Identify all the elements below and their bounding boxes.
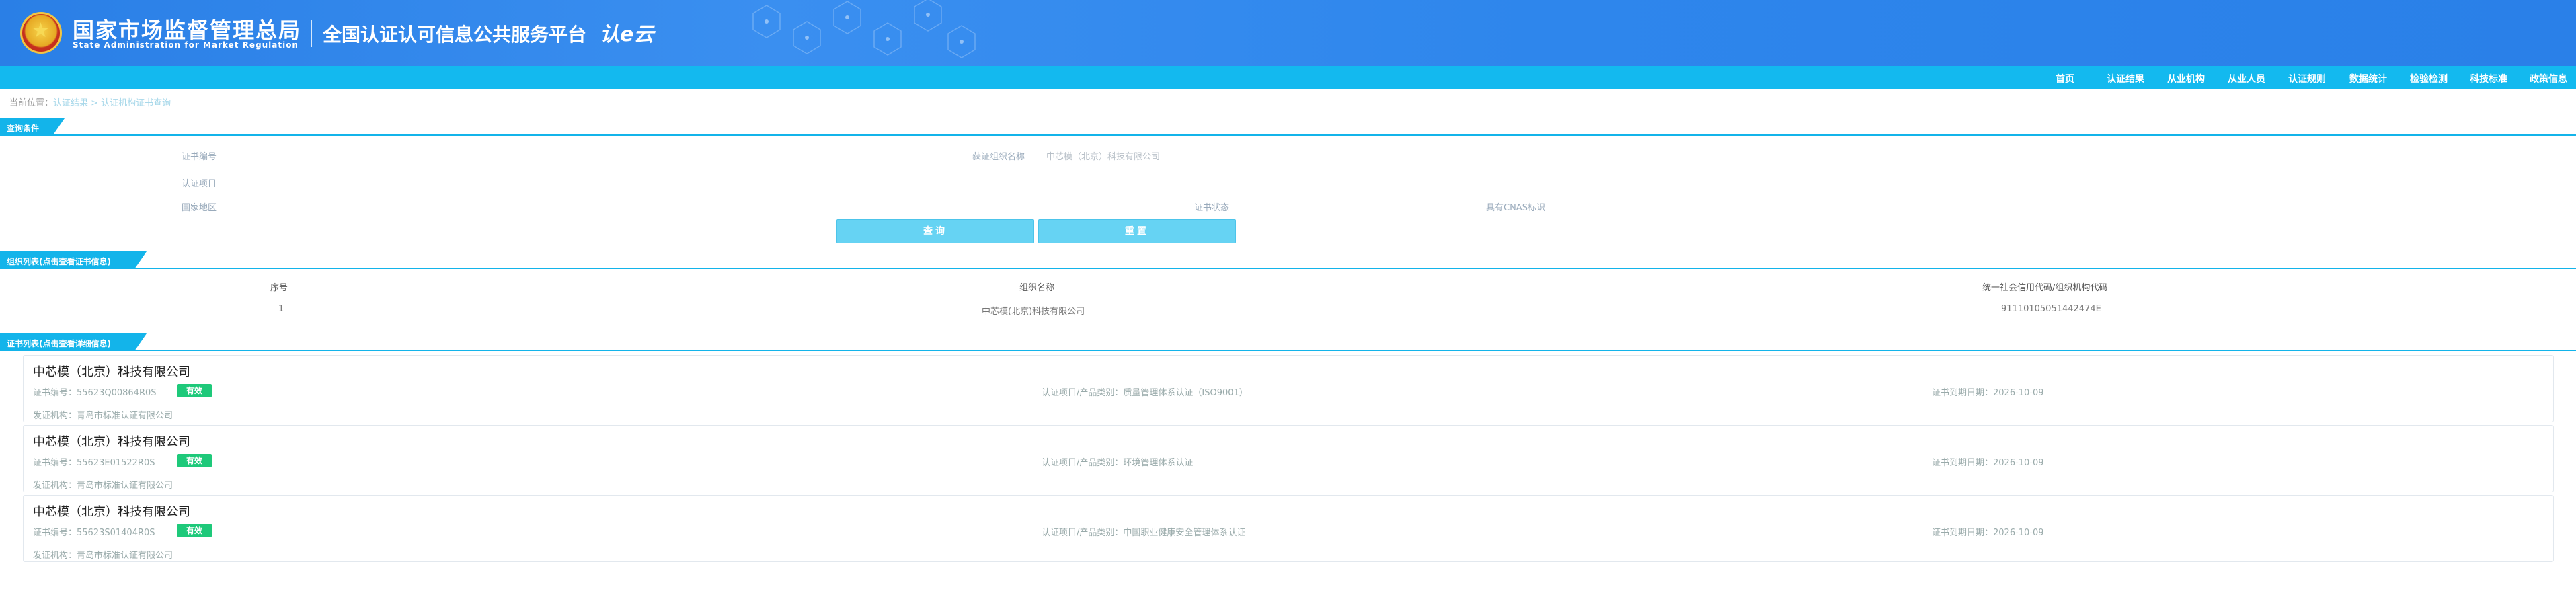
region-select-3[interactable] <box>639 198 827 212</box>
star-icon: ★ <box>32 19 50 42</box>
org-name-value[interactable]: 中芯模（北京）科技有限公司 <box>1046 149 1160 162</box>
reset-button[interactable]: 重置 <box>1038 219 1236 243</box>
nav-item-statistics[interactable]: 数据统计 <box>2349 72 2387 85</box>
cert-card-issuer: 发证机构：青岛市标准认证有限公司 <box>33 551 173 561</box>
org-row-name[interactable]: 中芯模(北京)科技有限公司 <box>982 304 1085 317</box>
cert-no-input[interactable] <box>235 147 841 161</box>
status-badge: 有效 <box>177 454 212 467</box>
cert-no-label: 证书编号 <box>182 152 217 162</box>
breadcrumb-prefix: 当前位置： <box>9 98 54 108</box>
nav-item-personnel[interactable]: 从业人员 <box>2228 72 2265 85</box>
region-select-1[interactable] <box>235 198 424 212</box>
cert-card[interactable]: 中芯模（北京）科技有限公司 证书编号：55623Q00864R0S 有效 认证项… <box>23 355 2554 422</box>
national-emblem-logo: ★ <box>20 12 62 54</box>
org-name-english: State Administration for Market Regulati… <box>73 40 299 50</box>
region-select-4[interactable] <box>841 198 1029 212</box>
org-row-index: 1 <box>278 304 284 314</box>
cert-card-project: 认证项目/产品类别：质量管理体系认证（ISO9001） <box>1042 388 1248 398</box>
nav-item-institutions[interactable]: 从业机构 <box>2167 72 2205 85</box>
cert-card-expire: 证书到期日期：2026-10-09 <box>1932 528 2044 538</box>
header-divider <box>311 20 312 47</box>
region-select-2[interactable] <box>437 198 625 212</box>
status-label: 证书状态 <box>1194 203 1230 213</box>
nav-item-cert-results[interactable]: 认证结果 <box>2107 72 2144 85</box>
platform-title: 全国认证认可信息公共服务平台 <box>323 24 587 46</box>
cert-card-org: 中芯模（北京）科技有限公司 <box>33 435 190 449</box>
hexagon-pattern-decoration <box>752 0 976 58</box>
project-label: 认证项目 <box>182 179 217 189</box>
cert-card-issuer: 发证机构：青岛市标准认证有限公司 <box>33 481 173 491</box>
breadcrumb-path[interactable]: 认证结果 > 认证机构证书查询 <box>53 98 171 108</box>
query-section-tab: 查询条件 <box>0 118 65 136</box>
cert-card-issuer: 发证机构：青岛市标准认证有限公司 <box>33 411 173 421</box>
cert-list-section-tab: 证书列表(点击查看详细信息) <box>0 333 147 351</box>
status-select[interactable] <box>1241 198 1443 212</box>
cert-card-expire: 证书到期日期：2026-10-09 <box>1932 458 2044 468</box>
cert-card-project: 认证项目/产品类别：中国职业健康安全管理体系认证 <box>1042 528 1246 538</box>
cert-card-number: 证书编号：55623E01522R0S <box>33 458 155 468</box>
org-table-header-index: 序号 <box>270 283 288 293</box>
cert-card-number: 证书编号：55623Q00864R0S <box>33 388 157 398</box>
cert-card-number: 证书编号：55623S01404R0S <box>33 528 155 538</box>
nav-item-standards[interactable]: 科技标准 <box>2470 72 2507 85</box>
nav-item-rules[interactable]: 认证规则 <box>2288 72 2326 85</box>
cnas-select[interactable] <box>1560 198 1762 212</box>
main-nav: 首页 认证结果 从业机构 从业人员 认证规则 数据统计 检验检测 科技标准 政策… <box>0 66 2576 89</box>
nav-item-policy[interactable]: 政策信息 <box>2530 72 2567 85</box>
org-table-header-name: 组织名称 <box>1019 283 1055 293</box>
org-list-section-tab: 组织列表(点击查看证书信息) <box>0 251 147 269</box>
query-section-line <box>0 134 2576 136</box>
nav-item-inspection[interactable]: 检验检测 <box>2410 72 2448 85</box>
cert-card[interactable]: 中芯模（北京）科技有限公司 证书编号：55623E01522R0S 有效 认证项… <box>23 425 2554 492</box>
org-row-code: 91110105051442474E <box>2001 304 2101 314</box>
region-label: 国家地区 <box>182 203 217 213</box>
search-button[interactable]: 查询 <box>836 219 1034 243</box>
nav-item-home[interactable]: 首页 <box>2056 72 2074 85</box>
platform-logo: 认e云 <box>600 23 654 46</box>
cert-card-project: 认证项目/产品类别：环境管理体系认证 <box>1042 458 1194 468</box>
breadcrumb: 当前位置：认证结果 > 认证机构证书查询 <box>9 95 171 108</box>
cnas-label: 具有CNAS标识 <box>1486 203 1545 213</box>
org-table-header-code: 统一社会信用代码/组织机构代码 <box>1982 283 2108 293</box>
project-input[interactable] <box>235 173 1647 188</box>
cert-card[interactable]: 中芯模（北京）科技有限公司 证书编号：55623S01404R0S 有效 认证项… <box>23 495 2554 562</box>
cert-card-expire: 证书到期日期：2026-10-09 <box>1932 388 2044 398</box>
org-name-label: 获证组织名称 <box>972 152 1025 162</box>
cert-card-org: 中芯模（北京）科技有限公司 <box>33 505 190 519</box>
cert-card-org: 中芯模（北京）科技有限公司 <box>33 365 190 379</box>
status-badge: 有效 <box>177 384 212 397</box>
status-badge: 有效 <box>177 524 212 537</box>
org-list-section-line <box>0 268 2576 269</box>
site-header: ★ 国家市场监督管理总局 State Administration for Ma… <box>0 0 2576 66</box>
cert-list-section-line <box>0 350 2576 351</box>
